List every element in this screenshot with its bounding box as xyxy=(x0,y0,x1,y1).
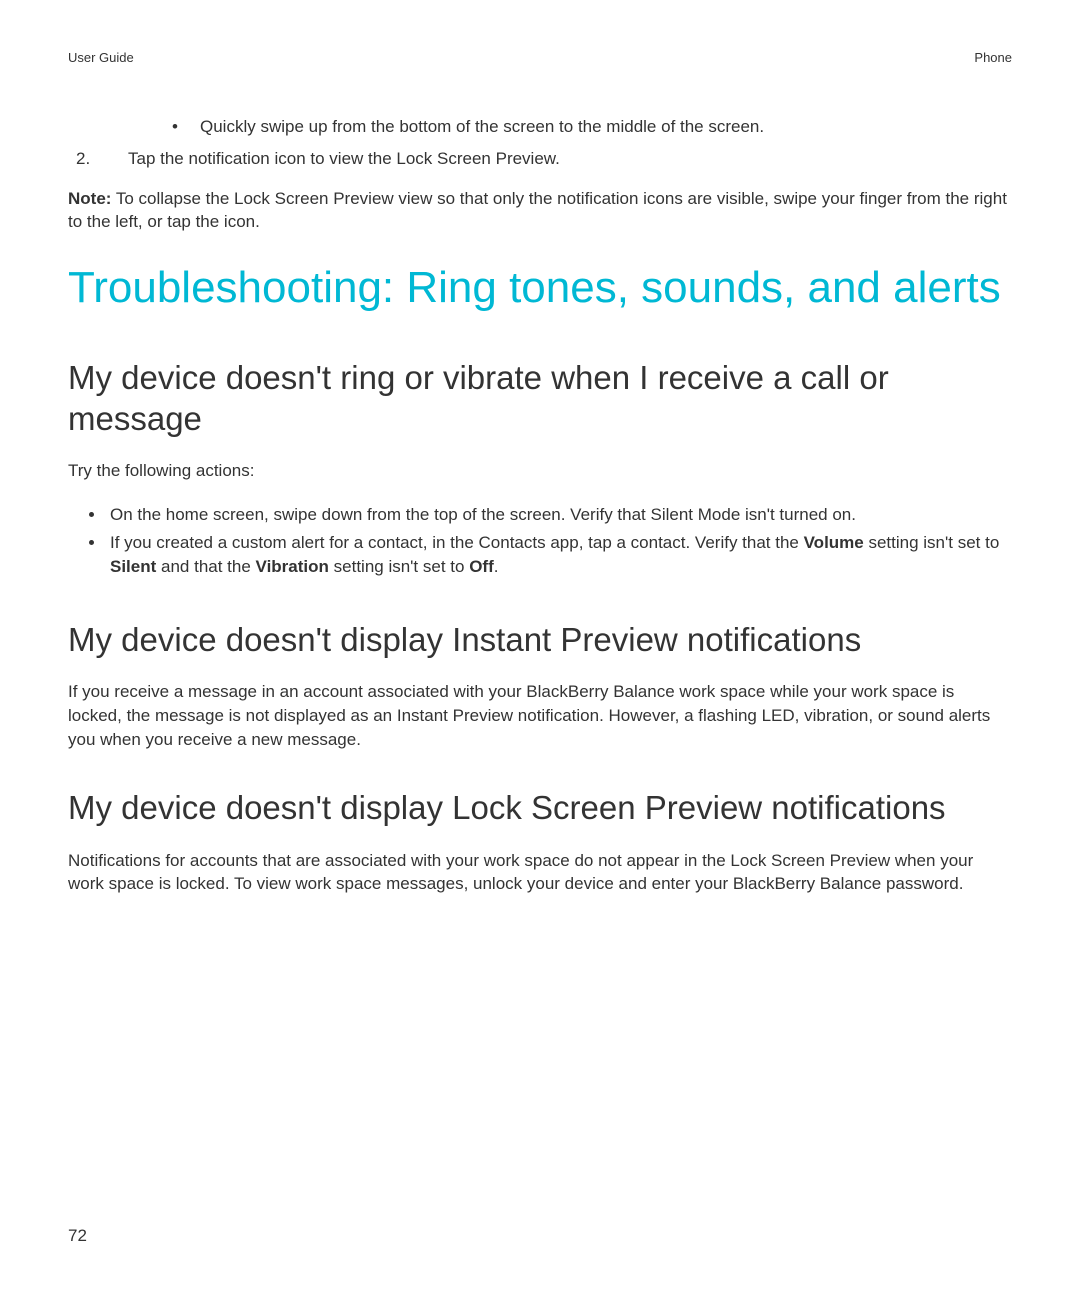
page-number: 72 xyxy=(68,1226,87,1246)
bullet2-bold-volume: Volume xyxy=(804,533,864,552)
note-label: Note: xyxy=(68,189,111,208)
section3-block: My device doesn't display Lock Screen Pr… xyxy=(68,787,1012,896)
section3-para: Notifications for accounts that are asso… xyxy=(68,849,1012,897)
section1-intro: Try the following actions: xyxy=(68,459,1012,483)
intro-bullet-row: • Quickly swipe up from the bottom of th… xyxy=(172,115,1012,139)
page-header: User Guide Phone xyxy=(68,50,1012,65)
intro-step-text: Tap the notification icon to view the Lo… xyxy=(128,147,560,171)
document-page: User Guide Phone • Quickly swipe up from… xyxy=(0,0,1080,1296)
section2-block: My device doesn't display Instant Previe… xyxy=(68,619,1012,752)
note-paragraph: Note: To collapse the Lock Screen Previe… xyxy=(68,187,1012,235)
intro-bullet-text: Quickly swipe up from the bottom of the … xyxy=(200,115,764,139)
intro-list: • Quickly swipe up from the bottom of th… xyxy=(68,115,1012,171)
note-text: To collapse the Lock Screen Preview view… xyxy=(68,189,1007,232)
bullet2-mid2: and that the xyxy=(156,557,255,576)
bullet1-text: On the home screen, swipe down from the … xyxy=(110,505,856,524)
bullet2-bold-silent: Silent xyxy=(110,557,156,576)
bullet-marker: • xyxy=(172,115,200,139)
list-item: On the home screen, swipe down from the … xyxy=(106,503,1012,527)
section3-heading: My device doesn't display Lock Screen Pr… xyxy=(68,787,1012,828)
section2-heading: My device doesn't display Instant Previe… xyxy=(68,619,1012,660)
bullet2-end: . xyxy=(494,557,499,576)
list-item: If you created a custom alert for a cont… xyxy=(106,531,1012,579)
header-left: User Guide xyxy=(68,50,134,65)
main-heading: Troubleshooting: Ring tones, sounds, and… xyxy=(68,262,1012,315)
bullet2-bold-vibration: Vibration xyxy=(256,557,329,576)
bullet2-mid: setting isn't set to xyxy=(864,533,1000,552)
step-number: 2. xyxy=(76,147,128,171)
section1-heading: My device doesn't ring or vibrate when I… xyxy=(68,357,1012,440)
intro-step-row: 2. Tap the notification icon to view the… xyxy=(76,147,1012,171)
bullet2-bold-off: Off xyxy=(469,557,494,576)
bullet2-post: setting isn't set to xyxy=(329,557,469,576)
section2-para: If you receive a message in an account a… xyxy=(68,680,1012,751)
section1-bullet-list: On the home screen, swipe down from the … xyxy=(68,503,1012,578)
bullet2-pre: If you created a custom alert for a cont… xyxy=(110,533,804,552)
header-right: Phone xyxy=(974,50,1012,65)
